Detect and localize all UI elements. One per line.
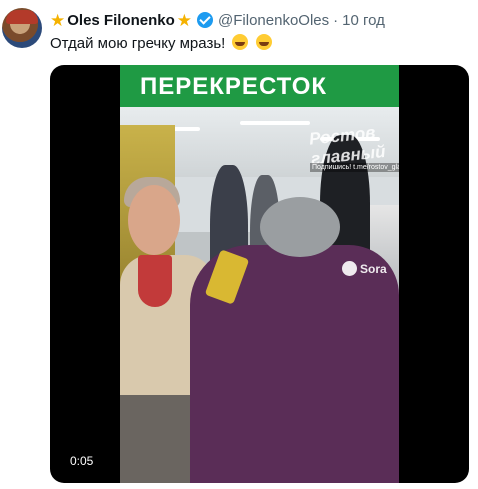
verified-badge-icon <box>197 12 214 28</box>
star-icon: ★ <box>176 10 193 30</box>
joy-emoji-icon <box>255 34 272 50</box>
timestamp[interactable]: 10 год <box>342 12 385 29</box>
video-duration: 0:05 <box>66 453 98 469</box>
tweet-text: Отдай мою гречку мразь! <box>50 34 272 52</box>
star-icon: ★ <box>50 10 66 30</box>
tweet-body: Отдай мою гречку мразь! <box>50 35 226 52</box>
sora-logo-icon <box>342 261 357 276</box>
rofl-emoji-icon <box>232 34 249 50</box>
channel-caption: Подпишись! t.me/rostov_glavniy <box>310 163 399 172</box>
tweet-header: ★ Oles Filonenko ★ @FilonenkoOles · 10 г… <box>50 10 385 30</box>
separator: · <box>333 11 339 29</box>
sora-watermark: Sora <box>342 261 387 276</box>
author-name[interactable]: Oles Filonenko <box>67 12 175 29</box>
woman-right-head <box>260 197 340 257</box>
author-handle[interactable]: @FilonenkoOles <box>218 12 329 29</box>
woman-left-head <box>128 185 180 255</box>
video-player[interactable]: ПЕРЕКРЕСТОК Ростов главный Подпишись! t.… <box>50 65 469 483</box>
store-sign: ПЕРЕКРЕСТОК <box>120 65 399 107</box>
red-scarf <box>138 255 172 307</box>
avatar-headdress <box>6 10 38 24</box>
author-avatar[interactable] <box>2 8 42 48</box>
video-frame: ПЕРЕКРЕСТОК Ростов главный Подпишись! t.… <box>120 65 399 483</box>
